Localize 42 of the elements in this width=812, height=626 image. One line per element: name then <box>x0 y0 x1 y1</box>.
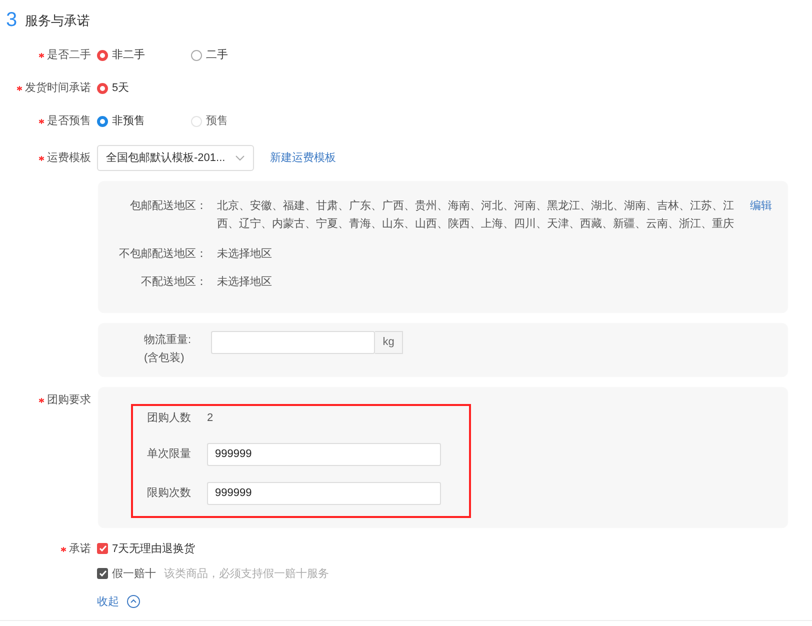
number-input[interactable]: 999999 <box>207 442 441 466</box>
radio-icon <box>191 116 202 126</box>
region-label: 不包邮配送地区： <box>118 247 207 262</box>
region-list: 北京、安徽、福建、甘肃、广东、广西、贵州、海南、河北、河南、黑龙江、湖北、湖南、吉林、江苏、江西、辽宁、内蒙古、宁夏、青海、山东、山西、陕西、上海、四川、天津、西藏、新疆、云南、浙江、重庆 <box>217 197 735 233</box>
field-label: 单次限量 <box>147 446 192 462</box>
field-label: 承诺 <box>69 542 91 554</box>
section-number: 3 <box>6 10 18 30</box>
checkbox-option[interactable]: 7天无理由退换货 <box>97 540 812 558</box>
field-label: 限购次数 <box>147 486 192 501</box>
field-label: 是否二手 <box>47 49 91 61</box>
collapse-link[interactable]: 收起 <box>97 594 140 610</box>
unit-label: kg <box>375 331 403 354</box>
section-title: 服务与承诺 <box>25 12 90 30</box>
chevron-up-icon <box>127 595 140 608</box>
region-label: 不配送地区： <box>140 275 207 290</box>
radio-option[interactable]: 二手 <box>191 46 285 64</box>
field-label: 团购人数 <box>147 411 192 426</box>
member-count: 2 <box>207 411 214 426</box>
region-list: 未选择地区 <box>217 273 735 291</box>
new-template-link[interactable]: 新建运费模板 <box>270 150 336 166</box>
checkbox-icon <box>97 543 108 554</box>
region-label: 包邮配送地区： <box>129 199 207 214</box>
weight-label: (含包装) <box>144 351 186 366</box>
region-list: 未选择地区 <box>217 245 735 263</box>
radio-option[interactable]: 5天 <box>97 79 191 97</box>
field-label: 运费模板 <box>47 152 91 164</box>
number-input[interactable]: 999999 <box>207 482 441 504</box>
checkbox-option: 假一赔十 <box>97 564 156 582</box>
radio-option: 预售 <box>191 112 285 130</box>
field-label: 团购要求 <box>47 394 91 406</box>
field-label: 发货时间承诺 <box>25 82 91 94</box>
edit-link[interactable]: 编辑 <box>750 197 772 233</box>
radio-icon <box>191 50 202 60</box>
radio-option[interactable]: 非二手 <box>97 46 191 64</box>
weight-input[interactable] <box>211 331 375 354</box>
hint-text: 该类商品，必须支持假一赔十服务 <box>164 566 329 582</box>
weight-label: 物流重量: <box>144 332 192 348</box>
radio-option[interactable]: 非预售 <box>97 112 191 130</box>
template-select[interactable]: 全国包邮默认模板-201... <box>97 145 254 171</box>
checkbox-icon <box>97 568 108 579</box>
chevron-down-icon <box>235 155 245 161</box>
field-label: 是否预售 <box>47 115 91 127</box>
